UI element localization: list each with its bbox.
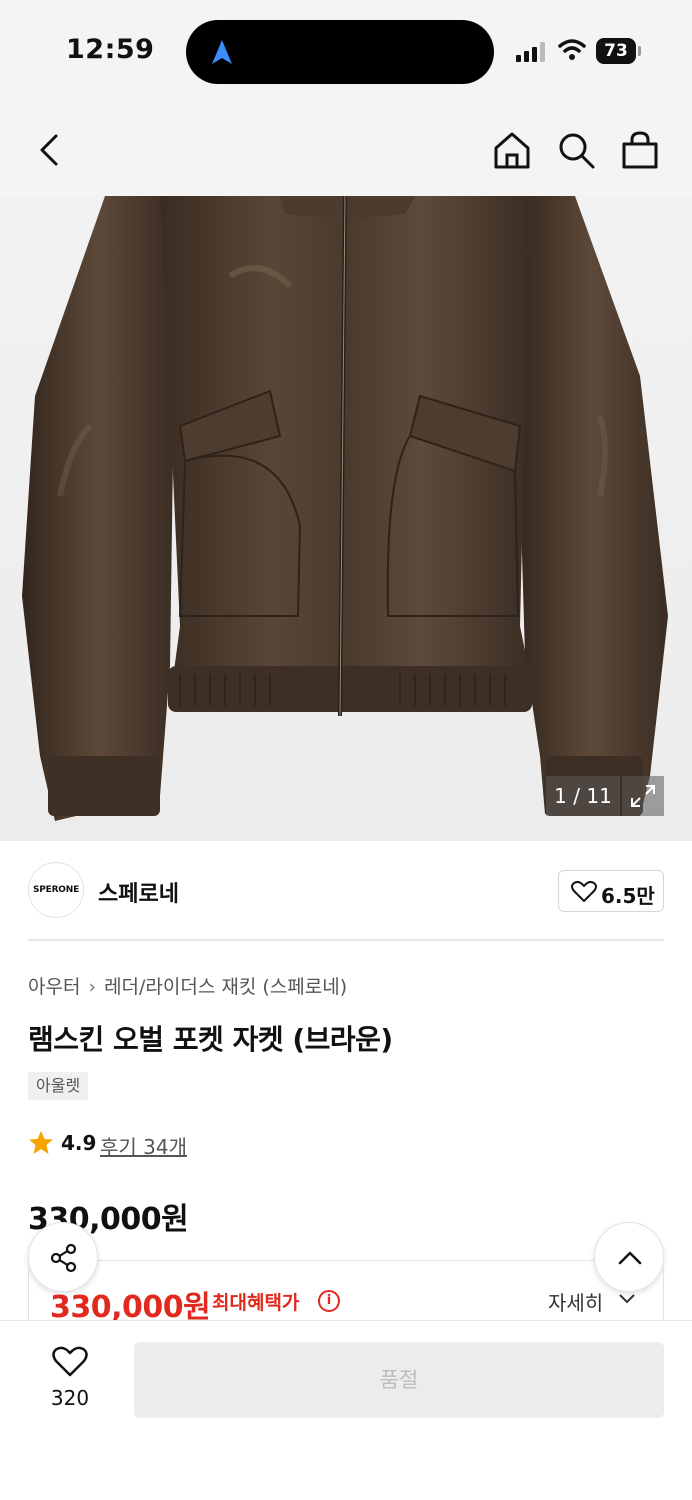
- expand-button[interactable]: [622, 776, 664, 816]
- outlet-tag: 아울렛: [28, 1072, 89, 1100]
- battery-level: 73: [596, 38, 636, 64]
- wifi-icon: [558, 39, 586, 60]
- product-title: 램스킨 오벌 포켓 자켓 (브라운): [28, 1023, 393, 1056]
- status-bar: 12:59 73: [0, 0, 692, 100]
- wishlist-button[interactable]: 320: [38, 1344, 102, 1414]
- scroll-top-button[interactable]: [594, 1222, 664, 1292]
- soldout-button[interactable]: 품절: [134, 1342, 664, 1418]
- max-benefit-label: 최대혜택가: [212, 1292, 300, 1314]
- breadcrumb-category[interactable]: 아우터: [28, 976, 80, 998]
- chevron-up-icon: [618, 1251, 642, 1265]
- divider: [28, 939, 664, 941]
- top-navigation: [0, 100, 692, 196]
- brand-name[interactable]: 스페로네: [98, 876, 179, 908]
- shopping-bag-icon[interactable]: [620, 130, 660, 170]
- brand-like-button[interactable]: 6.5만: [558, 870, 664, 912]
- chevron-right-icon: ›: [88, 976, 97, 998]
- heart-icon: [52, 1346, 88, 1377]
- detail-label: 자세히: [548, 1291, 604, 1315]
- status-time: 12:59: [66, 34, 155, 65]
- brand-like-count: 6.5만: [601, 884, 655, 908]
- search-icon[interactable]: [556, 130, 596, 170]
- rating-score: 4.9: [61, 1131, 97, 1155]
- breadcrumb: 아우터 › 레더/라이더스 재킷 (스페로네): [28, 972, 347, 999]
- image-counter: 1 / 11: [546, 776, 620, 816]
- detail-toggle[interactable]: 자세히: [548, 1287, 635, 1316]
- share-icon: [50, 1243, 77, 1273]
- star-icon: [29, 1131, 53, 1154]
- reviews-link[interactable]: 후기 34개: [100, 1131, 187, 1160]
- back-chevron-icon[interactable]: [30, 130, 70, 170]
- brand-logo[interactable]: SPERONE: [28, 862, 84, 918]
- share-button[interactable]: [28, 1222, 98, 1292]
- breadcrumb-subcategory[interactable]: 레더/라이더스 재킷 (스페로네): [104, 976, 347, 998]
- info-icon[interactable]: i: [318, 1290, 340, 1312]
- product-image-gallery[interactable]: [0, 196, 692, 841]
- battery-icon: 73: [596, 38, 642, 64]
- cellular-signal-icon: [516, 42, 545, 62]
- home-icon[interactable]: [492, 130, 532, 170]
- navigation-arrow-icon: [212, 40, 232, 64]
- heart-icon: [571, 881, 597, 902]
- chevron-down-icon: [619, 1294, 635, 1304]
- dynamic-island: [186, 20, 494, 84]
- wishlist-count: 320: [50, 1386, 90, 1410]
- expand-icon: [631, 785, 655, 807]
- leather-jacket-image: [22, 196, 668, 821]
